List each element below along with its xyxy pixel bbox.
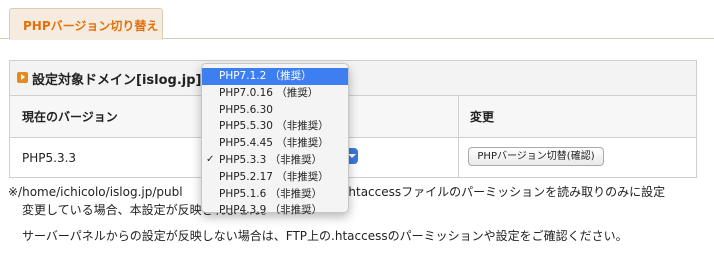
dropdown-option[interactable]: PHP5.6.30 bbox=[202, 102, 348, 119]
tab-strip: PHPバージョン切り替え bbox=[0, 0, 714, 40]
dropdown-option[interactable]: PHP4.3.9 （非推奨） bbox=[202, 202, 348, 219]
dropdown-option[interactable]: PHP5.1.6 （非推奨） bbox=[202, 186, 348, 203]
settings-table: 設定対象ドメイン[islog.jp] 現在のバージョン 変更 PHP5.3.3 … bbox=[9, 60, 697, 178]
header-change: 変更 bbox=[470, 110, 495, 124]
note-line-3: サーバーパネルからの設定が反映しない場合は、FTP上の.htaccessのパーミ… bbox=[22, 229, 628, 243]
header-current-version: 現在のバージョン bbox=[22, 110, 118, 124]
arrow-right-icon bbox=[17, 72, 28, 83]
change-version-button[interactable]: PHPバージョン切替(確認) bbox=[468, 147, 604, 166]
checkmark-icon: ✓ bbox=[206, 153, 215, 165]
table-header-row: 現在のバージョン 変更 bbox=[10, 96, 696, 138]
version-dropdown[interactable]: PHP7.1.2 （推奨） PHP7.0.16 （推奨） PHP5.6.30 P… bbox=[201, 63, 349, 216]
table-row: PHP5.3.3 PHPバージョン切替(確認) bbox=[10, 138, 696, 177]
note-line-1-left: ※/home/ichicolo/islog.jp/publ bbox=[8, 185, 183, 199]
tab-label: PHPバージョン切り替え bbox=[23, 19, 159, 33]
current-version-value: PHP5.3.3 bbox=[22, 151, 77, 165]
tab-php-version[interactable]: PHPバージョン切り替え bbox=[9, 8, 163, 40]
section-title: 設定対象ドメイン[islog.jp] bbox=[32, 73, 202, 88]
dropdown-option[interactable]: PHP7.0.16 （推奨） bbox=[202, 85, 348, 102]
dropdown-option[interactable]: PHP5.4.45 （非推奨） bbox=[202, 135, 348, 152]
note-line-1-right: る.htaccessファイルのパーミッションを読み取りのみに設定 bbox=[332, 185, 666, 199]
dropdown-option[interactable]: PHP5.5.30 （非推奨） bbox=[202, 118, 348, 135]
dropdown-option-selected[interactable]: ✓ PHP5.3.3 （非推奨） bbox=[202, 152, 348, 169]
dropdown-option[interactable]: PHP5.2.17 （非推奨） bbox=[202, 169, 348, 186]
dropdown-option[interactable]: PHP7.1.2 （推奨） bbox=[202, 68, 348, 85]
section-header: 設定対象ドメイン[islog.jp] bbox=[10, 61, 696, 96]
